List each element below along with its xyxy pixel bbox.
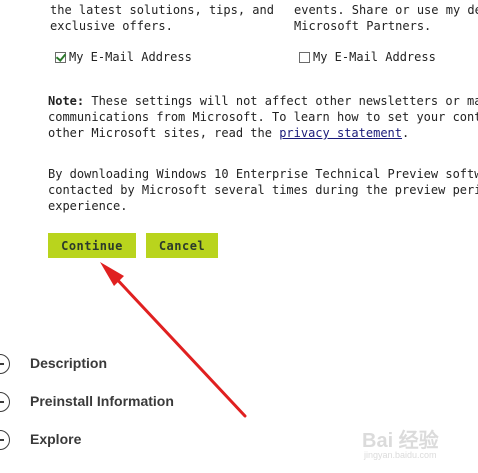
left-text-line-1: the latest solutions, tips, and [50, 3, 274, 17]
download-line-1: By downloading Windows 10 Enterprise Tec… [48, 167, 478, 181]
right-text-line-1: events. Share or use my de [294, 3, 478, 17]
email-checkbox-right-label: My E-Mail Address [313, 50, 436, 64]
cancel-button[interactable]: Cancel [146, 233, 218, 258]
watermark-text: Bai 经验 [362, 430, 439, 452]
note-text-1: These settings will not affect other new… [84, 94, 478, 108]
note-line-1: Note: These settings will not affect oth… [48, 93, 478, 110]
email-checkbox-left[interactable] [55, 51, 66, 63]
page: the latest solutions, tips, and exclusiv… [0, 0, 478, 473]
download-line-2: contacted by Microsoft several times dur… [48, 183, 478, 197]
expand-plus-icon [0, 354, 10, 374]
download-line-3: experience. [48, 199, 128, 213]
expand-plus-icon [0, 430, 10, 450]
note-text-3: other Microsoft sites, read the [48, 126, 280, 140]
continue-button[interactable]: Continue [48, 233, 136, 258]
email-checkbox-right[interactable] [299, 51, 310, 63]
accordion-label-description: Description [30, 355, 108, 371]
watermark-sub: jingyan.baidu.com [364, 450, 437, 460]
privacy-statement-link[interactable]: privacy statement [279, 126, 402, 140]
note-text-3-end: . [402, 126, 410, 140]
arrow-head [100, 262, 124, 286]
left-text-line-2: exclusive offers. [50, 19, 173, 33]
right-text-line-2: Microsoft Partners. [294, 19, 432, 33]
email-opt-in-left[interactable]: My E-Mail Address [55, 49, 192, 65]
email-opt-in-right[interactable]: My E-Mail Address [299, 49, 436, 65]
accordion-label-preinstall: Preinstall Information [30, 393, 174, 409]
accordion-label-explore: Explore [30, 431, 82, 447]
note-prefix: Note: [48, 94, 85, 108]
expand-plus-icon [0, 392, 10, 412]
note-line-3: other Microsoft sites, read the privacy … [48, 125, 409, 142]
email-checkbox-left-label: My E-Mail Address [69, 50, 192, 64]
note-line-2: communications from Microsoft. To learn … [48, 110, 478, 124]
watermark: Bai 经验 jingyan.baidu.com [362, 424, 472, 464]
